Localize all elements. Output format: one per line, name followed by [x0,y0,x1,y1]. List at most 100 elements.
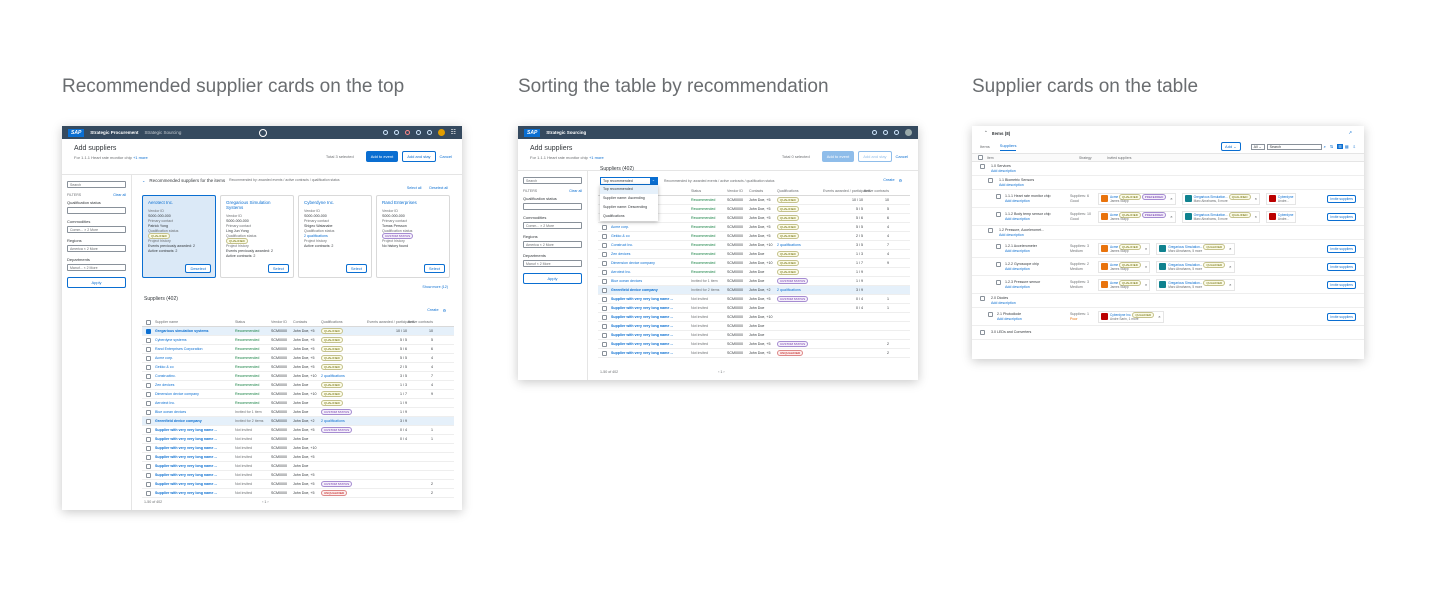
table-row[interactable]: Supplier with very very long name ... Not… [598,349,910,358]
table-row[interactable]: Supplier with very very long name ... Not… [598,295,910,304]
supplier-name-link[interactable]: Dimension device company [155,392,235,396]
supplier-name-link[interactable]: Supplier with very very long name ... [611,297,691,301]
column-header[interactable]: Vendor ID [727,189,749,193]
supplier-chip[interactable]: Acme QUALIFIED James Stapp × [1098,242,1151,255]
show-more-link[interactable]: Show more (12) [422,285,448,289]
supplier-name-link[interactable]: Gregarious simulation systems [155,329,235,333]
table-row[interactable]: Constructinc. Recommended SCM0000 John Doe,… [142,372,454,381]
supplier-name-link[interactable]: Blue ocean devices [155,410,235,414]
add-and-stay-button[interactable]: Add and stay [402,151,436,162]
column-header[interactable]: Qualifications [777,189,823,193]
card-select-button[interactable]: Select [345,264,367,273]
column-header[interactable]: Status [691,189,727,193]
supplier-card-name[interactable]: Rand Enterprises [382,200,444,205]
row-checkbox[interactable] [146,346,151,352]
row-checkbox[interactable] [146,328,151,334]
chevron-up-icon[interactable]: ⌃ [984,130,988,136]
bell-icon[interactable] [894,130,899,135]
column-header[interactable]: Events awarded / participated [823,189,870,193]
supplier-chip[interactable]: Gregarious Simulation... QUALIFIED Marc A… [1156,278,1235,291]
tree-row[interactable]: 1.1 Biometric Sensors Add description [972,176,1364,190]
column-header[interactable]: Active contracts [407,320,433,324]
supplier-chip[interactable]: Gregarious Simulation... QUALIFIED Marc A… [1156,260,1235,273]
close-icon[interactable]: × [1229,246,1231,251]
row-checkbox[interactable] [146,409,151,415]
sort-select[interactable]: Top recommended ⌄ [600,177,658,185]
commodities-multiinput[interactable]: Comm... × 2 More [523,222,582,229]
row-checkbox[interactable] [602,323,607,329]
row-checkbox[interactable] [146,373,151,379]
supplier-name-link[interactable]: Zen devices [611,252,691,256]
supplier-name-link[interactable]: Supplier with very very long name ... [155,455,235,459]
tree-row[interactable]: 1.2.1 Accelerometer Add description Suppli… [972,240,1364,258]
add-description-link[interactable]: Add description [997,317,1022,322]
sort-option[interactable]: Supplier name: Descending [600,203,658,212]
close-icon[interactable]: × [1170,214,1172,219]
supplier-name-link[interactable]: Greenfield device company [611,288,691,292]
apply-button[interactable]: Apply [67,277,126,288]
tree-row[interactable]: 1.2.3 Pressure sensor Add description Supp… [972,276,1364,294]
settings-icon[interactable] [415,130,421,135]
supplier-chip[interactable]: Acme QUALIFIED PREFERRED James Stapp × [1098,192,1176,205]
help-icon[interactable] [883,130,888,135]
supplier-name-link[interactable]: Gekko & co [611,234,691,238]
invite-suppliers-button[interactable]: Invite suppliers [1327,244,1356,253]
row-checkbox[interactable] [602,224,607,230]
add-to-event-button[interactable]: Add to event [365,151,399,162]
row-checkbox[interactable] [980,163,985,169]
table-row[interactable]: Blue ocean devices Invited for 1 item SCM0… [142,408,454,417]
supplier-card-name[interactable]: Cyberdyne Inc. [304,200,366,205]
table-row[interactable]: Construct Inc. Recommended SCM0000 John Doe… [598,241,910,250]
apply-button[interactable]: Apply [523,273,582,284]
table-row[interactable]: Supplier with very very long name ... Not… [142,435,454,444]
add-description-link[interactable]: Add description [1005,199,1051,204]
deselect-all-link[interactable]: Deselect all [429,186,448,190]
supplier-chip[interactable]: Gregarious Simulation... QUALIFIED Marc A… [1181,192,1260,205]
supplier-card[interactable]: Cyberdyne Inc. Vendor ID S000-000-000 Prima… [298,195,372,278]
add-to-event-button[interactable]: Add to event [821,151,855,162]
supplier-name-link[interactable]: Acme corp. [611,225,691,229]
filter-select[interactable]: All ⌄ [1250,143,1265,150]
search-icon[interactable] [382,130,388,135]
supplier-name-link[interactable]: Constructinc. [155,374,235,378]
table-row[interactable]: Gekko & co Recommended SCM0000 John Doe, +5… [142,363,454,372]
row-checkbox[interactable] [146,364,151,370]
sort-icon[interactable]: ⇅ [1330,144,1333,149]
card-select-button[interactable]: Select [423,264,445,273]
table-row[interactable]: Dimension device company Recommended SCM00… [142,390,454,399]
tab-items[interactable]: Items [980,144,990,149]
table-row[interactable]: Supplier with very very long name ... Not… [598,322,910,331]
close-icon[interactable]: × [1170,196,1172,201]
expand-icon[interactable]: ↗ [1348,130,1352,136]
supplier-name-link[interactable]: Supplier with very very long name ... [611,333,691,337]
table-row[interactable]: Greenfield device company Invited for 2 i… [598,286,910,295]
supplier-name-link[interactable]: Supplier with very very long name ... [155,437,235,441]
table-row[interactable]: Blue ocean devices Invited for 1 item SCM0… [598,277,910,286]
settings-icon[interactable]: ⚙ [443,308,446,313]
qualification-select[interactable] [67,207,126,214]
avatar[interactable] [905,129,912,136]
tree-row[interactable]: 1.1.2 Body temp sensor chip Add descripti… [972,208,1364,226]
row-checkbox[interactable] [146,382,151,388]
column-header[interactable]: Events awarded / participated [367,320,414,324]
row-checkbox[interactable] [146,436,151,442]
table-row[interactable]: Aerotect Inc. Recommended SCM0000 John Doe Q… [142,399,454,408]
cancel-button[interactable]: Cancel [440,154,452,159]
pagination[interactable]: ‹ 1 › [718,370,724,374]
view-list-icon[interactable]: ☰ [1337,144,1343,149]
add-description-link[interactable]: Add description [1005,249,1037,254]
supplier-name-link[interactable]: Supplier with very very long name ... [155,464,235,468]
table-row[interactable]: Cyberdyne systems Recommended SCM0000 John … [142,336,454,345]
supplier-name-link[interactable]: Zen devices [155,383,235,387]
supplier-name-link[interactable]: Supplier with very very long name ... [155,446,235,450]
row-checkbox[interactable] [602,314,607,320]
row-checkbox[interactable] [146,481,151,487]
regions-multiinput[interactable]: America × 2 More [523,241,582,248]
create-button[interactable]: Create [883,178,894,183]
supplier-name-link[interactable]: Supplier with very very long name ... [611,342,691,346]
help-icon[interactable] [393,130,399,135]
row-checkbox[interactable] [146,418,151,424]
tree-row[interactable]: 1.0 Services Add description [972,162,1364,176]
row-checkbox[interactable] [146,427,151,433]
table-row[interactable]: Supplier with very very long name ... Not… [142,444,454,453]
